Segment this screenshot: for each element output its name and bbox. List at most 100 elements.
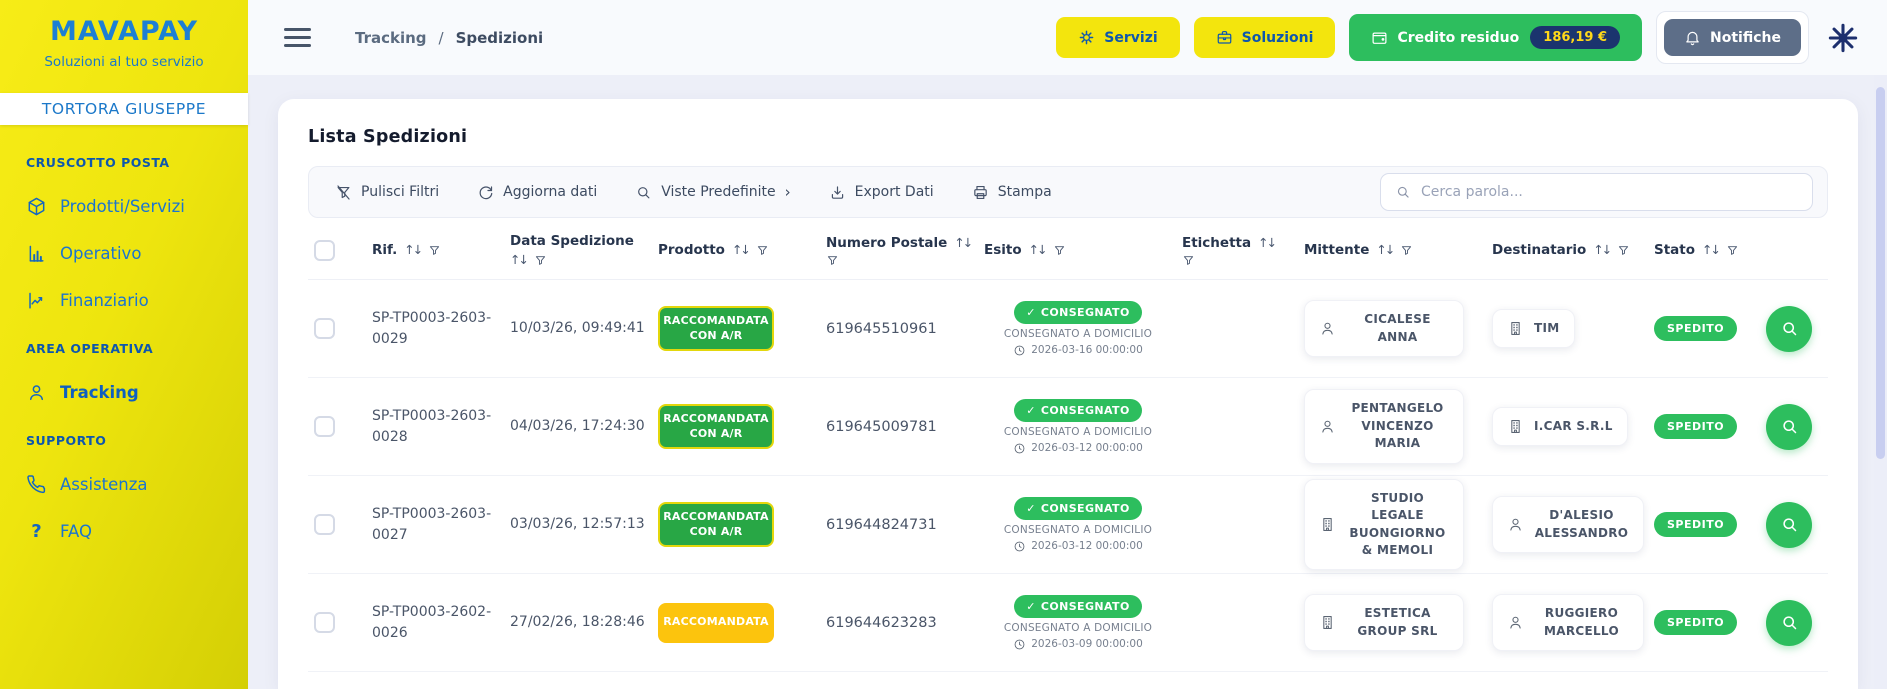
filter-icon[interactable]: [1400, 244, 1413, 257]
filter-icon[interactable]: [826, 254, 839, 267]
filter-icon[interactable]: [756, 244, 769, 257]
numero-postale-cell: 619645510961: [826, 321, 974, 337]
lista-spedizioni-card: Lista Spedizioni Pulisci Filtri Aggiorna…: [278, 99, 1858, 689]
vertical-scrollbar[interactable]: [1874, 75, 1887, 689]
row-checkbox[interactable]: [314, 416, 335, 437]
scrollbar-thumb[interactable]: [1876, 87, 1885, 459]
mittente-card[interactable]: CICALESE ANNA: [1304, 300, 1464, 357]
filter-icon[interactable]: [1182, 254, 1195, 267]
mittente-card[interactable]: ESTETICA GROUP SRL: [1304, 594, 1464, 651]
stampa-button[interactable]: Stampa: [972, 184, 1052, 201]
row-detail-button[interactable]: [1766, 404, 1812, 450]
servizi-button[interactable]: Servizi: [1056, 17, 1179, 58]
filter-icon[interactable]: [1726, 244, 1739, 257]
filter-icon[interactable]: [1617, 244, 1630, 257]
mittente-card[interactable]: PENTANGELO VINCENZO MARIA: [1304, 389, 1464, 463]
table-row: SP-TP0003-2603-0027 03/03/26, 12:57:13 R…: [308, 476, 1828, 574]
sidebar-item-label: FAQ: [60, 522, 92, 541]
filter-icon[interactable]: [534, 254, 547, 267]
building-icon: [1507, 418, 1524, 435]
sidebar-item-label: Assistenza: [60, 475, 148, 494]
select-all-checkbox[interactable]: [314, 240, 335, 261]
printer-icon: [972, 184, 989, 201]
destinatario-card[interactable]: TIM: [1492, 309, 1575, 348]
search-icon: [1780, 319, 1799, 338]
current-user[interactable]: TORTORA GIUSEPPE: [0, 93, 248, 125]
sort-icon[interactable]: ↑↓: [1376, 242, 1393, 259]
sidebar-item-label: Prodotti/Servizi: [60, 197, 185, 216]
nav-section-area-operativa: AREA OPERATIVA: [26, 341, 222, 356]
menu-toggle-button[interactable]: [284, 28, 311, 47]
destinatario-card[interactable]: I.CAR S.R.L: [1492, 407, 1628, 446]
sidebar-item-assistenza[interactable]: Assistenza: [26, 474, 222, 495]
pulisci-filtri-button[interactable]: Pulisci Filtri: [335, 184, 439, 201]
rif-cell: SP-TP0003-2603-0028: [372, 406, 500, 448]
row-checkbox[interactable]: [314, 514, 335, 535]
line-chart-icon: [26, 290, 47, 311]
sidebar-item-faq[interactable]: ? FAQ: [26, 521, 222, 542]
search-input[interactable]: [1421, 184, 1798, 200]
column-header-esito: Esito ↑↓: [984, 241, 1172, 259]
product-badge: RACCOMANDATA CON A/R: [658, 306, 774, 352]
esito-cell: ✓ CONSEGNATO CONSEGNATO A DOMICILIO 2026…: [984, 497, 1172, 553]
mittente-card[interactable]: STUDIO LEGALE BUONGIORNO & MEMOLI: [1304, 479, 1464, 571]
numero-postale-cell: 619644824731: [826, 517, 974, 533]
sort-icon[interactable]: ↑↓: [1258, 235, 1275, 252]
row-detail-button[interactable]: [1766, 600, 1812, 646]
aggiorna-dati-button[interactable]: Aggiorna dati: [477, 184, 597, 201]
esito-cell: ✓ CONSEGNATO CONSEGNATO A DOMICILIO 2026…: [984, 301, 1172, 357]
row-checkbox[interactable]: [314, 612, 335, 633]
filter-icon[interactable]: [1053, 244, 1066, 257]
rif-cell: SP-TP0003-2602-0026: [372, 602, 500, 644]
filter-icon[interactable]: [428, 244, 441, 257]
breadcrumb-tracking[interactable]: Tracking: [355, 29, 427, 47]
viste-predefinite-button[interactable]: Viste Predefinite ›: [635, 183, 790, 201]
esito-badge: ✓ CONSEGNATO: [1014, 301, 1141, 324]
sidebar-item-prodotti-servizi[interactable]: Prodotti/Servizi: [26, 196, 222, 217]
building-icon: [1507, 320, 1524, 337]
search-icon: [1780, 515, 1799, 534]
search-icon: [1395, 184, 1411, 200]
sort-icon[interactable]: ↑↓: [732, 242, 749, 259]
stato-badge: SPEDITO: [1654, 316, 1737, 341]
sidebar: MAVAPAY Soluzioni al tuo servizio TORTOR…: [0, 0, 248, 689]
stato-badge: SPEDITO: [1654, 414, 1737, 439]
row-checkbox[interactable]: [314, 318, 335, 339]
sidebar-item-operativo[interactable]: Operativo: [26, 243, 222, 264]
credito-residuo-button[interactable]: Credito residuo 186,19 €: [1349, 14, 1642, 61]
table-row: SP-TP0003-2603-0028 04/03/26, 17:24:30 R…: [308, 378, 1828, 476]
page-title: Lista Spedizioni: [308, 127, 1828, 147]
product-badge: RACCOMANDATA CON A/R: [658, 502, 774, 548]
destinatario-card[interactable]: D'ALESIO ALESSANDRO: [1492, 496, 1644, 553]
numero-postale-cell: 619644623283: [826, 615, 974, 631]
esito-date: 2026-03-12 00:00:00: [1013, 442, 1143, 455]
sort-icon[interactable]: ↑↓: [510, 252, 527, 269]
column-header-mittente: Mittente ↑↓: [1304, 241, 1482, 259]
sort-icon[interactable]: ↑↓: [1029, 242, 1046, 259]
esito-detail: CONSEGNATO A DOMICILIO: [1004, 622, 1152, 634]
person-icon: [1319, 418, 1336, 435]
soluzioni-button[interactable]: Soluzioni: [1194, 17, 1336, 58]
sidebar-item-label: Tracking: [60, 383, 139, 402]
sort-icon[interactable]: ↑↓: [1702, 242, 1719, 259]
data-spedizione-cell: 04/03/26, 17:24:30: [510, 416, 648, 437]
sort-icon[interactable]: ↑↓: [404, 242, 421, 259]
row-detail-button[interactable]: [1766, 306, 1812, 352]
destinatario-card[interactable]: RUGGIERO MARCELLO: [1492, 594, 1644, 651]
table-row: SP-TP0003-2603-0029 10/03/26, 09:49:41 R…: [308, 280, 1828, 378]
search-icon: [1780, 417, 1799, 436]
breadcrumb: Tracking / Spedizioni: [355, 29, 543, 47]
brand: MAVAPAY Soluzioni al tuo servizio: [0, 0, 248, 70]
stato-badge: SPEDITO: [1654, 512, 1737, 537]
notifiche-button[interactable]: Notifiche: [1664, 19, 1801, 56]
brand-title: MAVAPAY: [0, 16, 248, 47]
row-detail-button[interactable]: [1766, 502, 1812, 548]
sort-icon[interactable]: ↑↓: [1593, 242, 1610, 259]
export-dati-button[interactable]: Export Dati: [829, 184, 934, 201]
sort-icon[interactable]: ↑↓: [954, 235, 971, 252]
brand-tagline: Soluzioni al tuo servizio: [0, 54, 248, 70]
clock-icon: [1013, 638, 1026, 651]
sidebar-item-finanziario[interactable]: Finanziario: [26, 290, 222, 311]
nav-section-supporto: SUPPORTO: [26, 433, 222, 448]
sidebar-item-tracking[interactable]: Tracking: [26, 382, 222, 403]
